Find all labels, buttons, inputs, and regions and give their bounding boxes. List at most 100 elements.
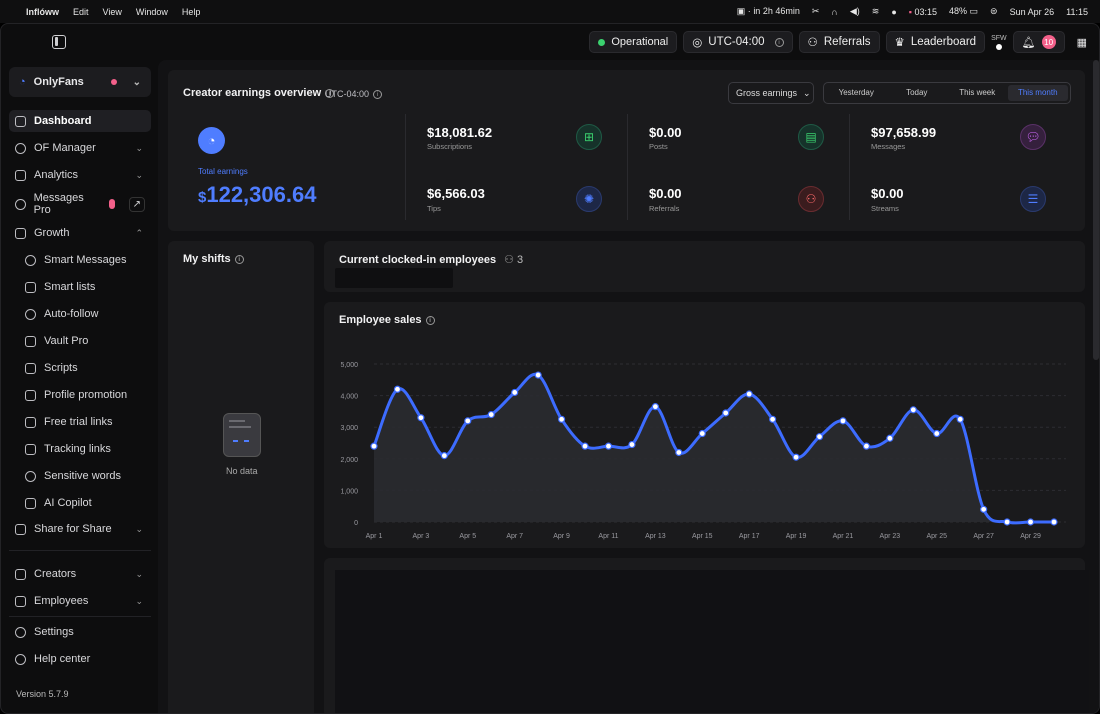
calendar-icon[interactable]: ▣ · in 2h 46min — [737, 6, 800, 17]
sidebar-item-smart-messages[interactable]: Smart Messages — [9, 249, 151, 271]
ai-copilot-icon — [25, 497, 36, 509]
volume-icon[interactable]: ◀) — [850, 6, 860, 17]
streams-value: $0.00 — [871, 186, 904, 201]
range-this-week[interactable]: This week — [947, 85, 1008, 101]
time-text[interactable]: 11:15 — [1066, 7, 1088, 17]
range-yesterday[interactable]: Yesterday — [826, 85, 887, 101]
control-center-icon[interactable]: ⊜ — [990, 6, 998, 17]
data-point — [581, 442, 589, 450]
gross-earnings-dropdown[interactable]: Gross earnings ⌄ — [728, 82, 814, 104]
onlyfans-badge-icon: ◔ — [198, 127, 225, 154]
data-point — [1026, 518, 1035, 526]
sidebar-item-help-center[interactable]: Help center — [9, 648, 151, 670]
sensitive-words-icon — [25, 470, 36, 482]
leaderboard-button[interactable]: ♛ Leaderboard — [885, 31, 986, 53]
data-point — [464, 417, 472, 425]
status-dot — [598, 38, 606, 46]
sidebar-item-messages-pro[interactable]: Messages Pro ↗ — [9, 192, 151, 216]
posts-value: $0.00 — [649, 125, 682, 140]
sidebar-item-smart-lists[interactable]: Smart lists — [9, 276, 151, 298]
timezone-button[interactable]: ◎ UTC-04:00 i — [683, 31, 793, 53]
range-today[interactable]: Today — [887, 85, 948, 101]
sidebar-item-scripts[interactable]: Scripts — [9, 357, 151, 379]
notifications-button[interactable]: 🔔︎ 10 — [1012, 31, 1065, 53]
status-pill[interactable]: Operational — [589, 31, 678, 53]
x-tick-label: Apr 27 — [973, 533, 994, 540]
chat-bubble-icon: 💬︎ — [1020, 124, 1046, 150]
divider — [849, 114, 850, 220]
sidebar-item-auto-follow[interactable]: Auto-follow — [9, 303, 151, 325]
date-text[interactable]: Sun Apr 26 — [1010, 7, 1055, 17]
sidebar-item-employees[interactable]: Employees ⌄ — [9, 590, 151, 612]
data-point — [440, 452, 448, 460]
record-dot-icon[interactable]: ● — [891, 7, 896, 17]
data-point — [417, 414, 425, 422]
users-icon: ⚇ — [504, 254, 514, 266]
external-link-icon[interactable]: ↗ — [128, 196, 145, 212]
sidebar-item-growth[interactable]: Growth ⌃ — [9, 222, 151, 244]
my-shifts-card — [168, 241, 314, 713]
wifi-icon[interactable]: ≋ — [872, 6, 880, 17]
menu-edit[interactable]: Edit — [73, 7, 89, 17]
document-icon: ▤ — [798, 124, 824, 150]
info-icon[interactable]: i — [373, 90, 383, 100]
smart-messages-icon — [25, 254, 36, 266]
clocked-in-employee-slot — [335, 268, 453, 288]
sidebar-item-vault-pro[interactable]: Vault Pro — [9, 330, 151, 352]
x-tick-label: Apr 7 — [506, 533, 523, 540]
data-point — [698, 429, 706, 438]
info-icon[interactable]: i — [425, 315, 435, 325]
info-icon: i — [774, 37, 784, 47]
x-tick-label: Apr 11 — [598, 533, 618, 540]
y-tick-label: 2,000 — [340, 457, 358, 464]
empty-state-robot-icon — [223, 413, 261, 457]
headphones-icon[interactable]: ∩ — [831, 7, 837, 17]
main-scrollbar[interactable] — [1093, 60, 1099, 360]
info-icon[interactable]: i — [234, 254, 244, 264]
sidebar-item-ai-copilot[interactable]: AI Copilot — [9, 492, 151, 514]
chevron-down-icon: ⌄ — [132, 76, 141, 88]
range-this-month[interactable]: This month — [1007, 85, 1068, 101]
sidebar-item-share-for-share[interactable]: Share for Share ⌄ — [9, 518, 151, 540]
overview-title: Creator earnings overview i — [183, 87, 335, 99]
data-point — [651, 403, 659, 411]
subscriptions-value: $18,081.62 — [427, 125, 493, 140]
sidebar-item-free-trial-links[interactable]: Free trial links — [9, 411, 151, 433]
account-switcher[interactable]: ◔ OnlyFans ⌄ — [9, 67, 151, 97]
chevron-down-icon: ⌄ — [135, 169, 143, 180]
menu-view[interactable]: View — [103, 7, 122, 17]
x-tick-label: Apr 23 — [880, 533, 901, 540]
messages-value: $97,658.99 — [871, 125, 937, 140]
menu-help[interactable]: Help — [182, 7, 201, 17]
tips-label: Tips — [427, 204, 441, 213]
sfw-toggle[interactable]: SFW — [991, 35, 1007, 50]
sidebar-toggle-icon[interactable] — [52, 35, 66, 49]
profile-menu-icon[interactable]: ▦ — [1071, 36, 1093, 49]
chevron-down-icon: ⌄ — [135, 142, 143, 153]
app-menu[interactable]: Inflóww — [26, 7, 59, 17]
sidebar-item-profile-promotion[interactable]: Profile promotion — [9, 384, 151, 406]
streams-label: Streams — [871, 204, 899, 213]
battery-indicator[interactable]: 48% ▭ — [949, 6, 978, 17]
sidebar-item-creators[interactable]: Creators ⌄ — [9, 563, 151, 585]
settings-icon — [15, 626, 26, 638]
referrals-button[interactable]: ⚇ Referrals — [798, 31, 880, 53]
tool-icon[interactable]: ✂ — [812, 6, 820, 17]
y-tick-label: 0 — [354, 520, 358, 527]
sidebar-item-analytics[interactable]: Analytics ⌄ — [9, 164, 151, 186]
messages-icon — [15, 198, 26, 210]
date-range-selector[interactable]: Yesterday Today This week This month — [823, 82, 1071, 104]
account-status-dot — [110, 79, 117, 85]
sidebar-item-settings[interactable]: Settings — [9, 621, 151, 643]
menu-window[interactable]: Window — [136, 7, 168, 17]
x-tick-label: Apr 17 — [739, 533, 760, 540]
recording-indicator[interactable]: ▪ 03:15 — [909, 7, 937, 17]
data-point — [839, 417, 847, 425]
my-shifts-title: My shifts i — [183, 253, 244, 265]
sidebar-item-dashboard[interactable]: Dashboard — [9, 110, 151, 132]
vault-icon — [25, 335, 36, 347]
sidebar-item-tracking-links[interactable]: Tracking links — [9, 438, 151, 460]
sidebar-item-sensitive-words[interactable]: Sensitive words — [9, 465, 151, 487]
chevron-down-icon: ⌄ — [135, 523, 143, 534]
sidebar-item-of-manager[interactable]: OF Manager ⌄ — [9, 137, 151, 159]
